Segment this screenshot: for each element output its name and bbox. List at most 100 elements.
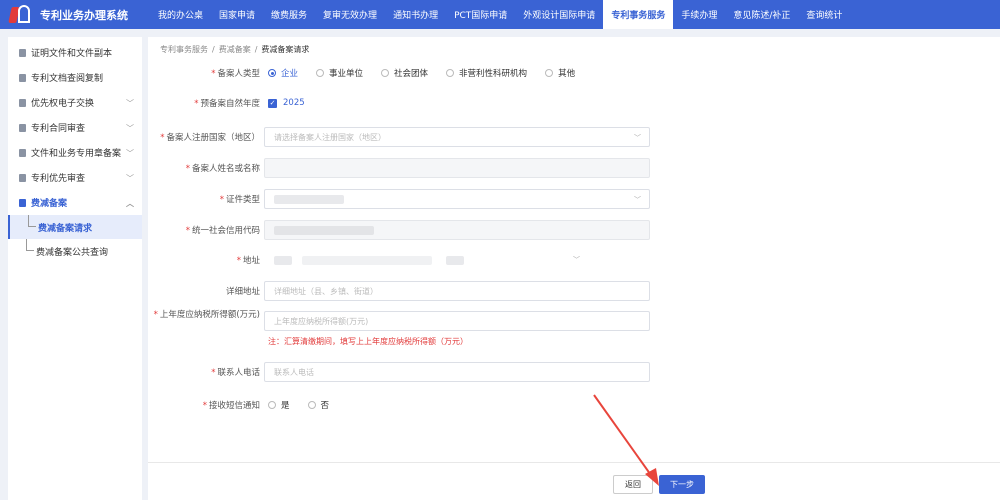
id-type-row: * 证件类型 ﹀ [148, 189, 650, 209]
field-label: * 备案人姓名或名称 [185, 164, 260, 174]
top-nav-bar: 专利业务办理系统 我的办公桌 国家申请 缴费服务 复审无效办理 通知书办理 PC… [0, 0, 1000, 29]
country-select[interactable]: 请选择备案人注册国家（地区） ﹀ [264, 127, 650, 147]
address-row: * 地址 ﹀ [148, 250, 588, 270]
nav-item-fee-service[interactable]: 缴费服务 [263, 0, 315, 29]
chevron-up-icon: ︿ [126, 199, 134, 208]
income-note: 注：汇算清缴期间，填写上上年度应纳税所得额（万元） [268, 337, 468, 346]
breadcrumb-item[interactable]: 费减备案 [219, 45, 251, 54]
sidebar-subitem-fee-reduction-query[interactable]: 费减备案公共查询 [8, 239, 142, 263]
sidebar-subitem-label: 费减备案请求 [38, 223, 93, 234]
tree-line [26, 239, 34, 251]
redacted-value [274, 194, 344, 204]
radio-sms-yes[interactable]: 是 [268, 399, 290, 411]
chevron-down-icon: ﹀ [126, 174, 134, 183]
field-label: * 上年度应纳税所得额(万元) [153, 310, 260, 320]
form-footer: 返回 下一步 [148, 462, 1000, 500]
country-row: * 备案人注册国家（地区） 请选择备案人注册国家（地区） ﹀ [148, 127, 650, 147]
nav-item-procedures[interactable]: 手续办理 [673, 0, 725, 29]
field-label: 详细地址 [225, 287, 260, 297]
id-type-select[interactable]: ﹀ [264, 189, 650, 209]
name-row: * 备案人姓名或名称 [148, 158, 650, 178]
nav-item-design-international[interactable]: 外观设计国际申请 [515, 0, 603, 29]
main-nav: 我的办公桌 国家申请 缴费服务 复审无效办理 通知书办理 PCT国际申请 外观设… [150, 0, 850, 29]
redacted-value [302, 255, 432, 265]
nav-item-query-stats[interactable]: 查询统计 [798, 0, 850, 29]
nav-item-pct[interactable]: PCT国际申请 [446, 0, 515, 29]
field-label: * 统一社会信用代码 [185, 226, 260, 236]
sidebar-item-priority-exchange[interactable]: 优先权电子交换 ﹀ [8, 90, 142, 115]
chevron-down-icon: ﹀ [126, 149, 134, 158]
document-icon [18, 48, 27, 57]
check-icon: ✓ [268, 98, 277, 108]
chevron-down-icon: ﹀ [126, 124, 134, 133]
breadcrumb-item[interactable]: 专利事务服务 [160, 45, 208, 54]
brand[interactable]: 专利业务办理系统 [0, 0, 150, 29]
nav-item-my-desk[interactable]: 我的办公桌 [150, 0, 211, 29]
next-step-button[interactable]: 下一步 [659, 475, 705, 494]
redacted-value [274, 255, 292, 265]
credit-code-field[interactable] [264, 220, 650, 240]
field-label: * 证件类型 [219, 195, 260, 205]
sidebar-subitem-label: 费减备案公共查询 [36, 247, 109, 258]
chevron-down-icon: ﹀ [634, 134, 641, 142]
year-checkbox[interactable]: ✓ 2025 [268, 98, 305, 108]
document-icon [18, 98, 27, 107]
breadcrumb-separator: / [212, 45, 215, 54]
sidebar-item-label: 专利文档查阅复制 [31, 74, 104, 84]
radio-enterprise[interactable]: 企业 [268, 67, 298, 79]
nav-item-reexamination[interactable]: 复审无效办理 [315, 0, 385, 29]
name-field[interactable] [264, 158, 650, 178]
app-logo-icon [8, 4, 36, 26]
sidebar-item-priority-review[interactable]: 专利优先审查 ﹀ [8, 165, 142, 190]
nav-item-patent-affairs[interactable]: 专利事务服务 [603, 0, 674, 29]
sidebar-subitem-fee-reduction-request[interactable]: 费减备案请求 [8, 215, 142, 239]
credit-code-row: * 统一社会信用代码 [148, 220, 650, 240]
radio-sms-no[interactable]: 否 [307, 399, 329, 411]
sidebar-item-label: 证明文件和文件副本 [31, 49, 113, 59]
radio-social-group[interactable]: 社会团体 [381, 67, 428, 79]
breadcrumb-current: 费减备案请求 [261, 45, 310, 54]
tree-line [28, 215, 36, 227]
sidebar-item-seal-filing[interactable]: 文件和业务专用章备案 ﹀ [8, 140, 142, 165]
sidebar-item-label: 费减备案 [31, 199, 68, 209]
sidebar-item-label: 优先权电子交换 [31, 99, 95, 109]
detail-address-row: 详细地址 详细地址（县、乡镇、街道） [148, 281, 650, 301]
sidebar-item-document-copy[interactable]: 专利文档查阅复制 [8, 65, 142, 90]
sidebar: 证明文件和文件副本 专利文档查阅复制 优先权电子交换 ﹀ 专利合同审查 ﹀ 文件… [8, 37, 142, 500]
phone-row: * 联系人电话 联系人电话 [148, 362, 650, 382]
filing-year-row: * 预备案自然年度 ✓ 2025 [148, 97, 305, 109]
sidebar-item-certificates[interactable]: 证明文件和文件副本 [8, 40, 142, 65]
sidebar-item-fee-reduction[interactable]: 费减备案 ︿ [8, 190, 142, 215]
field-label: * 联系人电话 [211, 368, 260, 378]
radio-other[interactable]: 其他 [545, 67, 575, 79]
sidebar-item-contract-review[interactable]: 专利合同审查 ﹀ [8, 115, 142, 140]
field-label: * 接收短信通知 [202, 401, 260, 411]
sidebar-item-label: 专利优先审查 [31, 174, 86, 184]
nav-item-opinion[interactable]: 意见陈述/补正 [725, 0, 798, 29]
nav-item-national-application[interactable]: 国家申请 [211, 0, 263, 29]
radio-public-institution[interactable]: 事业单位 [316, 67, 363, 79]
document-icon [18, 148, 27, 157]
main-content: 专利事务服务 / 费减备案 / 费减备案请求 * 备案人类型 企业 事业单位 社会团体 非… [148, 37, 1000, 462]
phone-input[interactable]: 联系人电话 [264, 362, 650, 382]
sidebar-item-label: 专利合同审查 [31, 124, 86, 134]
redacted-value [274, 225, 374, 235]
nav-item-notices[interactable]: 通知书办理 [385, 0, 446, 29]
back-button[interactable]: 返回 [613, 475, 653, 494]
address-select[interactable]: ﹀ [264, 250, 588, 270]
chevron-down-icon: ﹀ [634, 196, 641, 204]
field-label: * 预备案自然年度 [194, 99, 260, 109]
radio-nonprofit-research[interactable]: 非营利性科研机构 [446, 67, 527, 79]
app-title: 专利业务办理系统 [40, 8, 128, 22]
document-icon [18, 123, 27, 132]
redacted-value [446, 255, 464, 265]
field-label: * 地址 [236, 256, 260, 266]
sidebar-item-label: 文件和业务专用章备案 [31, 149, 122, 159]
field-label: * 备案人注册国家（地区） [160, 133, 260, 143]
breadcrumb-separator: / [254, 45, 258, 54]
income-input[interactable]: 上年度应纳税所得额(万元) [264, 311, 650, 331]
detail-address-input[interactable]: 详细地址（县、乡镇、街道） [264, 281, 650, 301]
field-label: * 备案人类型 [211, 69, 260, 79]
shield-icon [18, 198, 27, 207]
income-row: * 上年度应纳税所得额(万元) 上年度应纳税所得额(万元) [148, 310, 650, 331]
